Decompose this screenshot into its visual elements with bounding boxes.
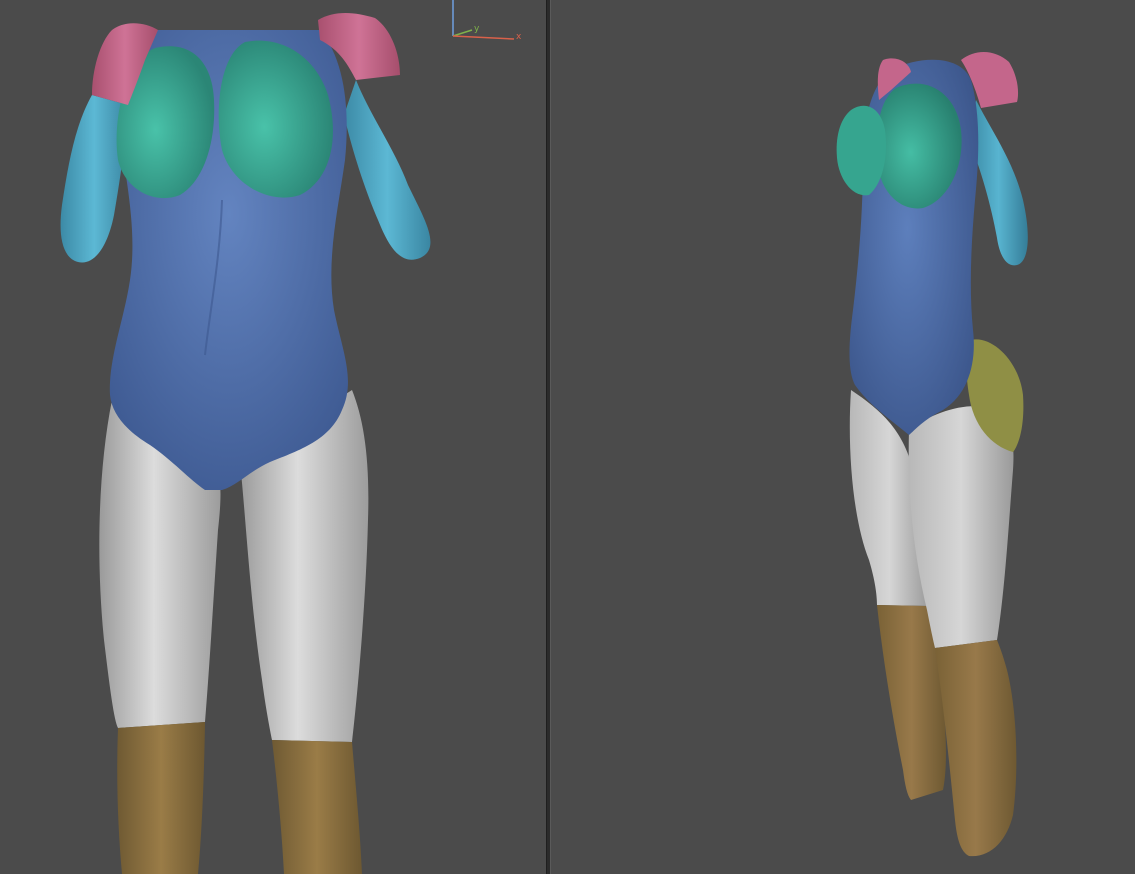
viewport-front[interactable]: y x (0, 0, 546, 874)
y-axis-line (452, 29, 473, 37)
x-axis-line (452, 35, 515, 40)
chest-side-mesh (836, 105, 887, 196)
viewport-three-quarter[interactable] (551, 0, 1135, 874)
front-view-canvas[interactable]: y x (0, 0, 546, 874)
right-calf-mesh (272, 740, 362, 874)
x-axis-label: x (516, 32, 522, 42)
three-quarter-view-canvas[interactable] (551, 0, 1135, 874)
y-axis-label: y (474, 24, 480, 34)
left-calf-mesh (117, 722, 205, 874)
app-window: y x (0, 0, 1135, 874)
axis-gizmo: y x (452, 0, 522, 42)
right-arm-mesh (344, 80, 431, 260)
front-calf-mesh (935, 640, 1017, 857)
